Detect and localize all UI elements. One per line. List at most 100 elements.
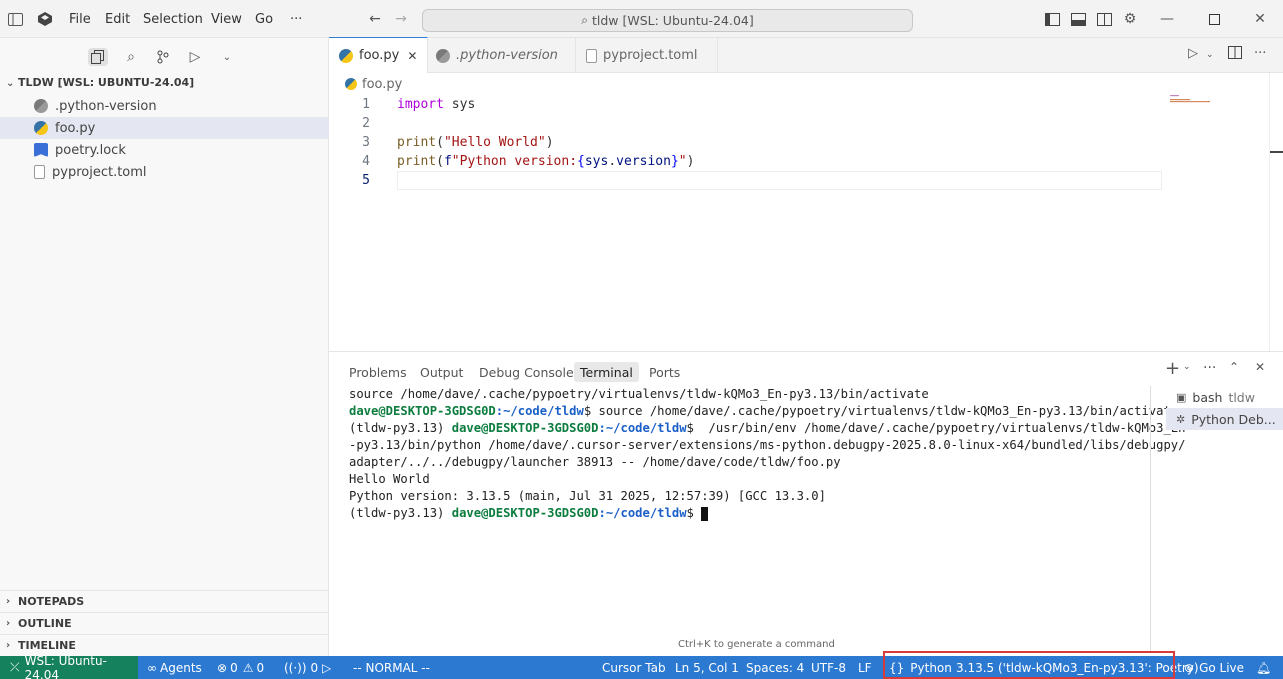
- chevron-down-icon[interactable]: ⌄: [1206, 50, 1214, 60]
- code-token: ): [545, 135, 554, 150]
- menu-file[interactable]: File: [69, 12, 91, 27]
- terminal-line[interactable]: (tldw-py3.13) dave@DESKTOP-3GDSG0D:~/cod…: [349, 505, 709, 522]
- code-token: (: [436, 154, 444, 169]
- file-poetry-lock[interactable]: poetry.lock: [0, 139, 329, 161]
- layout-sidebar-icon[interactable]: [1043, 10, 1061, 28]
- file-python-version[interactable]: .python-version: [0, 95, 329, 117]
- line-number: 5: [362, 173, 370, 188]
- breadcrumb[interactable]: foo.py: [345, 76, 402, 92]
- broadcast-icon: ((·)): [284, 660, 307, 675]
- code-token: "Python version:: [451, 154, 578, 169]
- close-panel-icon[interactable]: ✕: [1255, 360, 1265, 374]
- search-icon[interactable]: ⌕: [121, 48, 141, 66]
- menu-go[interactable]: Go: [255, 12, 273, 27]
- code-line[interactable]: 4 print(f "Python version: {sys. version} "…: [340, 152, 1170, 171]
- back-arrow-icon[interactable]: ←: [366, 10, 384, 28]
- encoding-status[interactable]: UTF-8: [811, 656, 846, 679]
- run-debug-icon[interactable]: ▷: [185, 48, 205, 66]
- code-token: print: [397, 135, 437, 150]
- remote-indicator[interactable]: ⤫ WSL: Ubuntu-24.04: [0, 654, 138, 679]
- code-line[interactable]: 5: [340, 171, 1170, 190]
- layout-secondary-icon[interactable]: [1095, 10, 1113, 28]
- code-token: import: [397, 97, 444, 112]
- section-notepads[interactable]: › NOTEPADS: [0, 590, 329, 612]
- warning-icon: ⚠: [242, 660, 254, 675]
- code-token: }: [670, 154, 679, 169]
- broadcast-icon: ⊚: [1184, 660, 1195, 675]
- explorer-root[interactable]: ⌄ TLDW [WSL: UBUNTU-24.04]: [0, 76, 329, 92]
- line-number: 1: [362, 97, 370, 112]
- close-icon[interactable]: ✕: [407, 49, 417, 63]
- menu-view[interactable]: View: [211, 12, 242, 27]
- cursor-position[interactable]: Ln 5, Col 1: [675, 656, 739, 679]
- new-terminal-icon[interactable]: +: [1165, 358, 1180, 379]
- panel-tab-debug-console[interactable]: Debug Console: [473, 362, 580, 382]
- code-line[interactable]: 2: [340, 114, 1170, 133]
- chevron-down-icon[interactable]: ⌄: [1183, 362, 1191, 372]
- cursor-logo-icon: [36, 10, 54, 28]
- menu-edit[interactable]: Edit: [105, 12, 130, 27]
- terminal-line: Hello World: [349, 472, 430, 486]
- file-foo-py[interactable]: foo.py: [0, 117, 329, 139]
- close-window-icon[interactable]: ✕: [1251, 10, 1269, 28]
- debug-icon: ✲: [1176, 412, 1186, 426]
- terminal-line: -py3.13/bin/python /home/dave/.cursor-se…: [349, 438, 1186, 452]
- ports-status[interactable]: ((·)) 0: [284, 656, 318, 679]
- menu-more[interactable]: ···: [290, 12, 302, 27]
- terminal-list-bash[interactable]: ▣ bash tldw: [1166, 386, 1283, 408]
- code-line[interactable]: 3 print("Hello World"): [340, 133, 1170, 152]
- agents-button[interactable]: ∞ Agents: [147, 656, 202, 679]
- code-token: {: [577, 154, 585, 169]
- forward-arrow-icon[interactable]: →: [392, 10, 410, 28]
- run-icon[interactable]: ▷: [1188, 46, 1198, 61]
- menu-selection[interactable]: Selection: [143, 12, 203, 27]
- split-editor-icon[interactable]: [1228, 46, 1242, 63]
- tab-python-version[interactable]: .python-version: [426, 38, 576, 73]
- editor-scrollbar[interactable]: [1269, 73, 1270, 351]
- bell-icon[interactable]: 🔔︎: [1256, 656, 1271, 679]
- code-token: ): [686, 154, 695, 169]
- terminal-scrollbar[interactable]: [1150, 386, 1151, 652]
- command-center[interactable]: ⌕ tldw [WSL: Ubuntu-24.04]: [422, 9, 913, 32]
- indentation-status[interactable]: Spaces: 4: [746, 656, 804, 679]
- code-token: f: [443, 154, 452, 169]
- go-live-button[interactable]: ⊚ Go Live: [1184, 656, 1244, 679]
- chevron-right-icon: ›: [6, 618, 11, 629]
- code-token: (: [436, 135, 444, 150]
- chevron-down-icon: ⌄: [6, 78, 15, 89]
- problems-status[interactable]: ⊗ 0 ⚠ 0: [217, 656, 264, 679]
- section-outline[interactable]: › OUTLINE: [0, 612, 329, 634]
- code-line[interactable]: 1 import sys: [340, 95, 1170, 114]
- gear-icon[interactable]: ⚙: [1121, 10, 1139, 28]
- tab-foo-py[interactable]: foo.py ✕: [329, 37, 429, 73]
- minimize-icon[interactable]: —: [1158, 10, 1176, 28]
- panel-tab-problems[interactable]: Problems: [343, 362, 413, 382]
- source-control-icon[interactable]: [153, 48, 173, 66]
- debug-status[interactable]: ▷: [322, 656, 331, 679]
- chevron-down-icon[interactable]: ⌄: [217, 48, 237, 66]
- interpreter-highlight-box: [883, 651, 1175, 679]
- line-number: 3: [362, 135, 370, 150]
- chevron-right-icon: ›: [6, 596, 11, 607]
- code-token: .: [608, 154, 617, 169]
- terminal-line: adapter/../../debugpy/launcher 38913 -- …: [349, 455, 841, 469]
- panel-tab-output[interactable]: Output: [414, 362, 469, 382]
- layout-panel-icon[interactable]: [1069, 10, 1087, 28]
- tab-pyproject-toml[interactable]: pyproject.toml: [576, 38, 718, 73]
- terminal-icon: ▣: [1176, 390, 1187, 404]
- files-icon[interactable]: [88, 48, 108, 66]
- search-icon: ⌕: [581, 13, 588, 27]
- eol-status[interactable]: LF: [858, 656, 872, 679]
- code-token: sys: [584, 154, 609, 169]
- file-pyproject-toml[interactable]: pyproject.toml: [0, 161, 329, 183]
- terminal-list-python-debug[interactable]: ✲ Python Deb...: [1166, 408, 1283, 430]
- panel-tab-terminal[interactable]: Terminal: [574, 362, 639, 382]
- panel-tab-ports[interactable]: Ports: [643, 362, 686, 382]
- maximize-panel-icon[interactable]: ⌃: [1229, 360, 1239, 374]
- maximize-icon[interactable]: [1205, 10, 1223, 28]
- sidebar-toggle-icon[interactable]: [6, 10, 24, 28]
- cursor-tab-status[interactable]: Cursor Tab: [602, 656, 666, 679]
- more-actions-icon[interactable]: ···: [1254, 46, 1266, 61]
- minimap[interactable]: [1170, 94, 1218, 106]
- more-actions-icon[interactable]: ···: [1203, 360, 1216, 376]
